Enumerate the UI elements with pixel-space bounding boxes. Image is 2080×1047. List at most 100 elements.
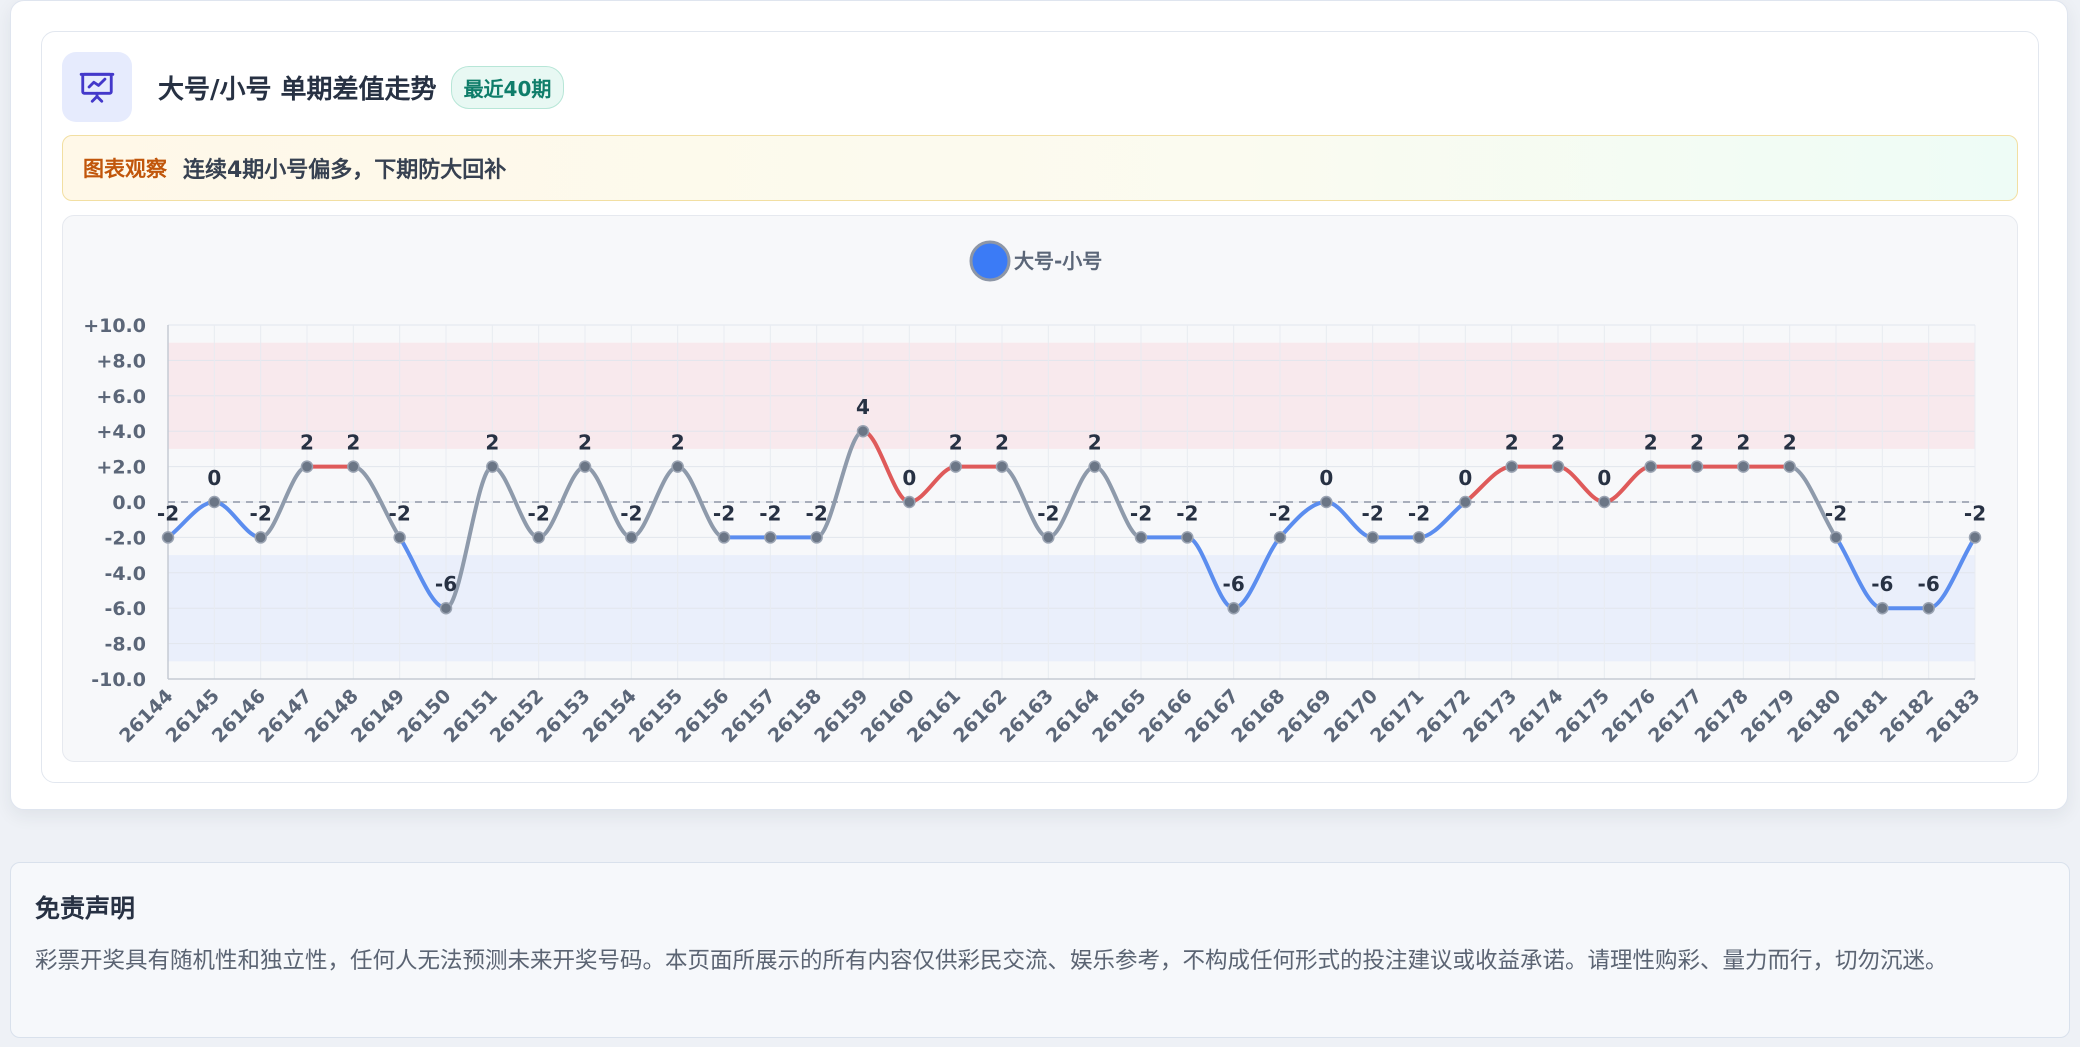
data-point <box>995 460 1009 473</box>
data-label: 0 <box>207 466 221 490</box>
data-point <box>1320 495 1333 509</box>
data-label: -2 <box>1269 501 1291 525</box>
legend-label: 大号-小号 <box>1014 249 1102 273</box>
y-tick-label: -2.0 <box>104 527 146 549</box>
data-point <box>1273 531 1287 544</box>
data-point <box>717 531 731 544</box>
y-tick-label: +8.0 <box>96 350 146 372</box>
data-point <box>1829 531 1843 544</box>
data-label: -2 <box>1130 501 1152 525</box>
data-point <box>949 460 962 473</box>
data-point <box>1551 460 1565 473</box>
disclaimer-title: 免责声明 <box>35 894 136 923</box>
data-label: 0 <box>1319 466 1333 490</box>
data-point <box>1459 495 1472 509</box>
data-point <box>1366 531 1379 544</box>
data-label: -2 <box>157 501 179 525</box>
data-label: -2 <box>1037 501 1059 525</box>
chart-title: 大号/小号 单期差值走势 <box>158 74 437 105</box>
data-point <box>764 531 777 544</box>
data-point <box>1227 601 1240 615</box>
data-point <box>1968 531 1982 544</box>
y-tick-label: -6.0 <box>104 598 146 620</box>
data-point <box>1134 531 1148 544</box>
data-point <box>300 460 314 473</box>
data-point <box>856 424 870 438</box>
data-label: 2 <box>578 431 592 455</box>
data-label: -2 <box>806 501 828 525</box>
data-label: 2 <box>671 431 685 455</box>
data-label: 2 <box>300 431 314 455</box>
chart-panel: +10.0 +8.0 +6.0 +4.0 +2.0 0.0 -2.0 -4.0 -6.0 -8.0… <box>62 215 2018 762</box>
data-label: -2 <box>1362 501 1384 525</box>
y-tick-label: +4.0 <box>96 421 146 443</box>
data-point <box>1876 601 1889 615</box>
data-label: -2 <box>620 501 642 525</box>
data-label: -2 <box>1964 501 1986 525</box>
data-label: 0 <box>1597 466 1611 490</box>
data-point <box>1088 460 1101 473</box>
data-label: 2 <box>1644 431 1658 455</box>
data-point <box>532 531 545 544</box>
data-point <box>1922 601 1935 615</box>
data-label: -2 <box>1825 501 1847 525</box>
data-label: -2 <box>389 501 411 525</box>
chart-header: 大号/小号 单期差值走势 最近40期 <box>62 52 565 122</box>
data-label: -6 <box>1223 572 1245 596</box>
data-label: -2 <box>250 501 272 525</box>
data-point <box>1598 495 1611 509</box>
data-point <box>1181 531 1194 544</box>
chart-observation-banner: 图表观察 连续4期小号偏多，下期防大回补 <box>62 135 2018 201</box>
data-label: 2 <box>1088 431 1102 455</box>
data-label: 2 <box>949 431 963 455</box>
data-label: 0 <box>902 466 916 490</box>
data-point <box>1042 531 1055 544</box>
data-point <box>625 531 638 544</box>
data-point <box>578 460 592 473</box>
data-point <box>1690 460 1704 473</box>
disclaimer-text: 彩票开奖具有随机性和独立性，任何人无法预测未来开奖号码。本页面所展示的所有内容仅… <box>35 948 1948 974</box>
data-point <box>1412 531 1426 544</box>
data-point <box>1737 460 1750 473</box>
data-label: -2 <box>713 501 735 525</box>
presentation-chart-icon <box>62 52 132 122</box>
data-label: 2 <box>995 431 1009 455</box>
data-point <box>486 460 499 473</box>
y-tick-label: +10.0 <box>83 315 146 337</box>
data-point <box>208 495 221 509</box>
data-point <box>1505 460 1518 473</box>
data-point <box>810 531 823 544</box>
data-label: 4 <box>856 395 870 419</box>
data-label: -2 <box>528 501 550 525</box>
data-point <box>254 531 267 544</box>
trend-card: 大号/小号 单期差值走势 最近40期 图表观察 连续4期小号偏多，下期防大回补 … <box>10 0 2068 810</box>
observation-text: 连续4期小号偏多，下期防大回补 <box>183 158 507 183</box>
data-label: -6 <box>1918 572 1940 596</box>
data-label: 2 <box>485 431 499 455</box>
y-tick-label: -4.0 <box>104 563 146 585</box>
data-point <box>393 531 406 544</box>
data-label: -2 <box>1408 501 1430 525</box>
y-tick-label: -8.0 <box>104 634 146 656</box>
y-tick-label: +2.0 <box>96 457 146 479</box>
disclaimer-section: 免责声明 彩票开奖具有随机性和独立性，任何人无法预测未来开奖号码。本页面所展示的… <box>10 862 2070 1038</box>
y-tick-label: +6.0 <box>96 386 146 408</box>
data-label: -2 <box>759 501 781 525</box>
data-label: -6 <box>1871 572 1893 596</box>
y-tick-label: 0.0 <box>112 492 146 514</box>
data-label: 2 <box>1736 431 1750 455</box>
period-badge: 最近40期 <box>450 65 565 109</box>
data-label: 2 <box>1690 431 1704 455</box>
data-label: 2 <box>1505 431 1519 455</box>
line-chart: +10.0 +8.0 +6.0 +4.0 +2.0 0.0 -2.0 -4.0 -6.0 -8.0… <box>83 240 1986 747</box>
legend-marker <box>969 240 1011 282</box>
y-tick-label: -10.0 <box>91 669 146 691</box>
data-point <box>347 460 360 473</box>
data-label: 0 <box>1458 466 1472 490</box>
data-point <box>671 460 684 473</box>
data-label: -6 <box>435 572 457 596</box>
observation-label: 图表观察 <box>83 157 167 181</box>
data-label: 2 <box>1783 431 1797 455</box>
data-point <box>1783 460 1796 473</box>
chart-card: 大号/小号 单期差值走势 最近40期 图表观察 连续4期小号偏多，下期防大回补 … <box>41 31 2039 783</box>
